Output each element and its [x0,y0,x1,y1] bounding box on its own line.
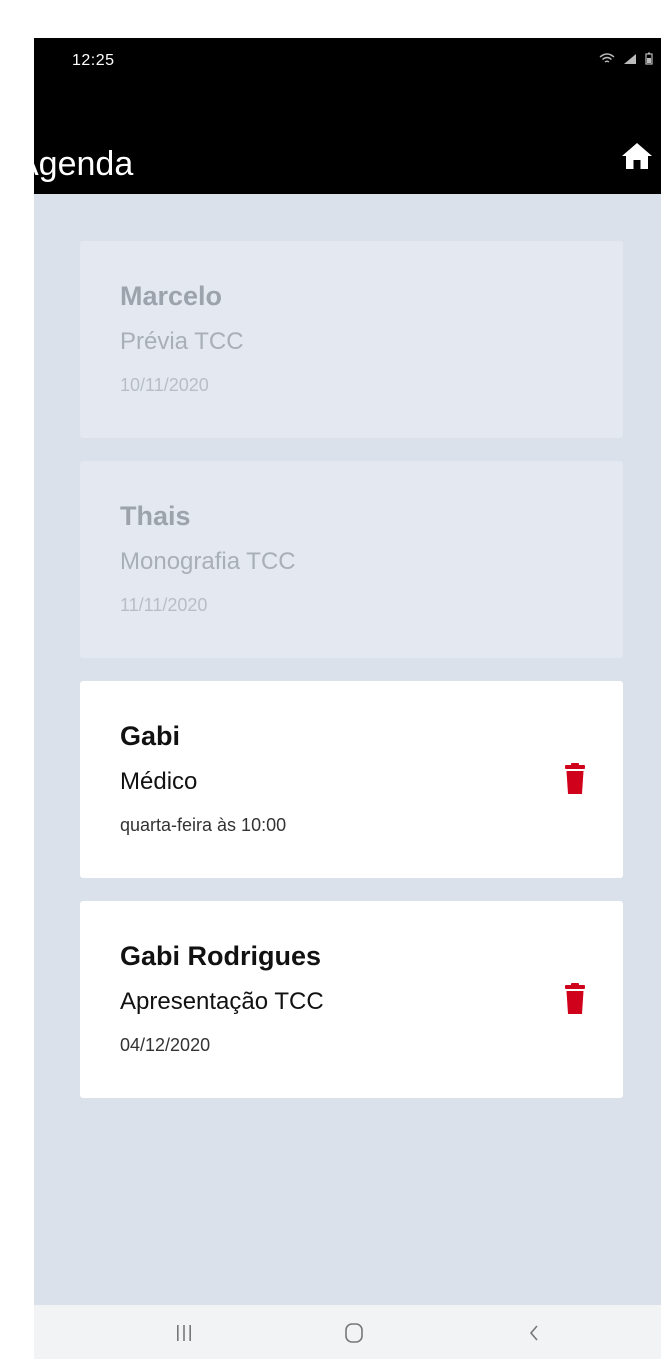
home-button[interactable] [613,132,661,180]
phone-screen: 12:25 Agenda Marcelo Prévia TCC [34,38,661,1359]
appointment-description: Monografia TCC [120,548,296,575]
appointment-name: Thais [120,501,191,531]
appointment-name: Gabi Rodrigues [120,941,322,971]
appointment-card[interactable]: Gabi Médico quarta-feira às 10:00 [80,681,623,878]
delete-button[interactable] [563,983,587,1015]
appointment-description: Prévia TCC [120,328,244,355]
system-nav-bar [34,1305,661,1359]
trash-icon [565,983,585,1014]
delete-button[interactable] [563,763,587,795]
app-bar: Agenda [34,96,661,194]
system-home-button[interactable] [324,1315,384,1351]
back-button[interactable] [504,1315,564,1351]
appointment-date: quarta-feira às 10:00 [120,815,287,835]
appointment-card[interactable]: Gabi Rodrigues Apresentação TCC 04/12/20… [80,901,623,1098]
page-title: Agenda [34,145,134,183]
status-bar: 12:25 [34,38,661,96]
appointment-name: Gabi [120,721,181,751]
trash-icon [565,763,585,794]
appointment-date: 04/12/2020 [120,1035,211,1055]
status-time: 12:25 [72,52,115,69]
home-icon [622,143,652,169]
appointment-name: Marcelo [120,281,223,311]
battery-icon [645,52,653,65]
appointment-date: 11/11/2020 [120,595,208,615]
home-circle-icon [345,1323,363,1343]
wifi-icon [599,52,615,63]
recents-button[interactable] [154,1315,214,1351]
appointment-list: Marcelo Prévia TCC 10/11/2020 Thais Mono… [80,241,623,1121]
status-icons [599,52,653,65]
appointment-card[interactable]: Thais Monografia TCC 11/11/2020 [80,461,623,658]
signal-icon [624,53,636,64]
back-icon [529,1325,538,1341]
appointment-description: Apresentação TCC [120,988,324,1015]
appointment-date: 10/11/2020 [120,375,209,395]
recents-icon [177,1325,191,1341]
appointment-description: Médico [120,768,198,795]
appointment-card[interactable]: Marcelo Prévia TCC 10/11/2020 [80,241,623,438]
